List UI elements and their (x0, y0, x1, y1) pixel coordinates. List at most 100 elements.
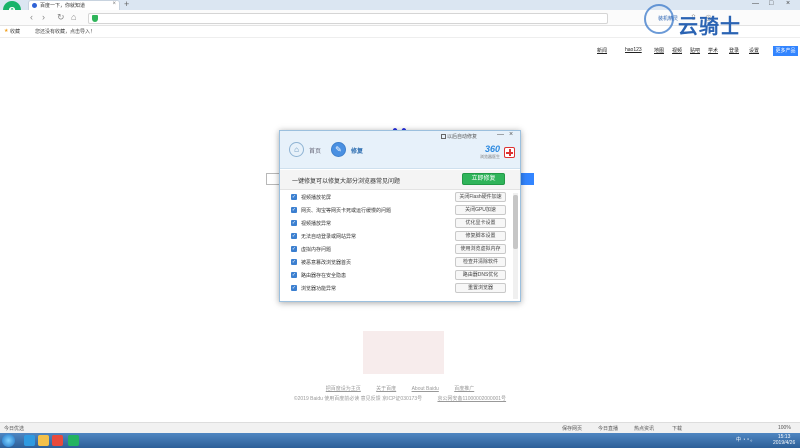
watermark-text: 云骑士 (678, 16, 741, 38)
scrollbar-thumb[interactable] (513, 195, 518, 249)
back-button[interactable]: ‹ (30, 13, 33, 22)
more-products-button[interactable]: 更多产品 (773, 46, 798, 56)
zoom-level[interactable]: 100% (778, 425, 791, 431)
item-checkbox[interactable]: ✓ (291, 233, 297, 239)
issue-list-scrollbar[interactable] (513, 193, 518, 299)
item-action-button[interactable]: 检查并清除软件 (455, 257, 506, 267)
top-link-xueshu[interactable]: 学术 (708, 47, 718, 54)
footer-link-promote[interactable]: 百度推广 (454, 386, 474, 392)
watermark-logo: 装机精灵 云骑士 (636, 4, 796, 38)
item-text: 被恶意篡改浏览器首页 (301, 260, 352, 266)
address-bar[interactable] (88, 13, 608, 24)
brand-subtitle: 浏览器医生 (480, 154, 500, 159)
search-button[interactable] (520, 173, 534, 185)
item-text: 无法自动登录或网站异常 (301, 234, 357, 240)
item-action-button[interactable]: 路由器DNS优化 (455, 270, 506, 280)
list-item: ✓ 路由器存在安全隐患 路由器DNS优化 (280, 270, 516, 282)
list-item: ✓ 浏览器功能异常 重置浏览器 (280, 283, 516, 295)
ie-icon[interactable] (24, 435, 35, 446)
fix-now-button[interactable]: 立即修复 (462, 173, 505, 185)
fix-bar: 一键修复可以修复大部分浏览器常见问题 立即修复 (280, 170, 520, 190)
item-text: 视频播放花屏 (301, 195, 332, 201)
bookmarks-import-hint[interactable]: 您还没有收藏，点击导入！ (35, 28, 95, 35)
reload-button[interactable]: ↻ (57, 13, 65, 22)
item-action-button[interactable]: 关闭Flash硬件加速 (455, 192, 506, 202)
item-action-button[interactable]: 重置浏览器 (455, 283, 506, 293)
top-link-news[interactable]: 新闻 (597, 47, 607, 54)
footer-link-about[interactable]: 关于百度 (376, 386, 396, 392)
dialog-close-button[interactable]: × (509, 131, 513, 138)
top-link-map[interactable]: 地图 (654, 47, 664, 54)
list-item: ✓ 虚拟内存问题 使用浏览虚拟内存 (280, 244, 516, 256)
item-checkbox[interactable]: ✓ (291, 194, 297, 200)
baidu-favicon-icon (32, 3, 37, 8)
browser-tab[interactable]: 百度一下，你就知道 × (28, 0, 120, 10)
top-link-tieba[interactable]: 贴吧 (690, 47, 700, 54)
list-item: ✓ 无法自动登录或网站异常 修复脚本设置 (280, 231, 516, 243)
status-download[interactable]: 下载 (672, 425, 682, 432)
footer-link-sethome[interactable]: 把百度设为主页 (326, 386, 361, 392)
status-news[interactable]: 热点资讯 (634, 425, 654, 432)
list-item: ✓ 视频播放花屏 关闭Flash硬件加速 (280, 192, 516, 204)
tab-home-label: 首页 (309, 149, 322, 155)
top-link-hao123[interactable]: hao123 (625, 47, 642, 53)
footer-link-about-en[interactable]: About Baidu (412, 386, 439, 392)
item-action-button[interactable]: 优化显卡设置 (455, 218, 506, 228)
item-checkbox[interactable]: ✓ (291, 207, 297, 213)
tab-repair-label: 修复 (351, 149, 364, 155)
search-input[interactable] (266, 173, 280, 185)
forward-button[interactable]: › (42, 13, 45, 22)
item-checkbox[interactable]: ✓ (291, 246, 297, 252)
star-icon: ★ (4, 28, 9, 34)
item-checkbox[interactable]: ✓ (291, 272, 297, 278)
watermark-small-text: 装机精灵 (658, 16, 679, 22)
item-action-button[interactable]: 关闭GPU加速 (455, 205, 506, 215)
item-action-button[interactable]: 修复脚本设置 (455, 231, 506, 241)
system-clock[interactable]: 15:13 2019/4/26 (773, 434, 795, 446)
clock-date: 2019/4/26 (773, 440, 796, 446)
explorer-folder-icon[interactable] (38, 435, 49, 446)
browser-doctor-dialog: 以后自动修复 — × ⌂ 首页 ✎ 修复 360 浏览器医生 一键修复可以修复大… (279, 130, 521, 302)
tab-title: 百度一下，你就知道 (40, 3, 86, 9)
top-link-settings[interactable]: 设置 (749, 47, 759, 54)
item-text: 网页、淘宝等网页卡死或运行缓慢的问题 (301, 208, 392, 214)
item-checkbox[interactable]: ✓ (291, 220, 297, 226)
item-action-button[interactable]: 使用浏览虚拟内存 (455, 244, 506, 254)
item-text: 浏览器功能异常 (301, 286, 337, 292)
item-checkbox[interactable]: ✓ (291, 285, 297, 291)
checkbox-box[interactable] (441, 134, 446, 140)
windows-taskbar: 中 ◔ ⁴ 。 15:13 2019/4/26 (0, 433, 800, 448)
copyright-text: ©2019 Baidu 使用百度前必读 意见反馈 京ICP证030173号 (293, 396, 423, 402)
list-item: ✓ 视频播放异常 优化显卡设置 (280, 218, 516, 230)
police-record-text[interactable]: 京公网安备11000002000001号 (438, 396, 507, 402)
auto-fix-checkbox[interactable]: 以后自动修复 (441, 133, 477, 140)
item-text: 虚拟内存问题 (301, 247, 332, 253)
red-cross-icon (504, 147, 515, 158)
home-button[interactable]: ⌂ (71, 13, 76, 22)
status-live[interactable]: 今日直播 (598, 425, 618, 432)
new-tab-button[interactable]: + (124, 0, 129, 9)
browser-window: 百度一下，你就知道 × + — □ × e ‹ › ↻ ⌂ ⇪ ◎ ★ 收藏 您… (0, 0, 800, 448)
item-text: 视频播放异常 (301, 221, 332, 227)
status-save-page[interactable]: 保存网页 (562, 425, 582, 432)
wrench-icon: ✎ (331, 142, 346, 157)
bookmarks-label[interactable]: 收藏 (10, 28, 20, 35)
tab-close-icon[interactable]: × (112, 1, 116, 7)
home-icon: ⌂ (289, 142, 304, 157)
dialog-minimize-button[interactable]: — (497, 131, 504, 138)
list-item: ✓ 网页、淘宝等网页卡死或运行缓慢的问题 关闭GPU加速 (280, 205, 516, 217)
fix-message: 一键修复可以修复大部分浏览器常见问题 (292, 179, 401, 185)
top-link-video[interactable]: 视频 (672, 47, 682, 54)
item-checkbox[interactable]: ✓ (291, 259, 297, 265)
media-player-icon[interactable] (52, 435, 63, 446)
tray-icons[interactable]: 中 ◔ ⁴ 。 (736, 436, 755, 443)
start-button[interactable] (2, 434, 15, 447)
brand-360: 360 (484, 144, 500, 154)
360-browser-taskbar-icon[interactable] (68, 435, 79, 446)
list-item: ✓ 被恶意篡改浏览器首页 检查并清除软件 (280, 257, 516, 269)
footer-copyright: ©2019 Baidu 使用百度前必读 意见反馈 京ICP证030173号 京公… (0, 395, 800, 402)
status-bar: 今日优选 保存网页 今日直播 热点资讯 下载 100% (0, 422, 800, 433)
top-link-login[interactable]: 登录 (729, 47, 739, 54)
security-shield-icon (92, 15, 98, 22)
today-picks[interactable]: 今日优选 (4, 425, 24, 432)
